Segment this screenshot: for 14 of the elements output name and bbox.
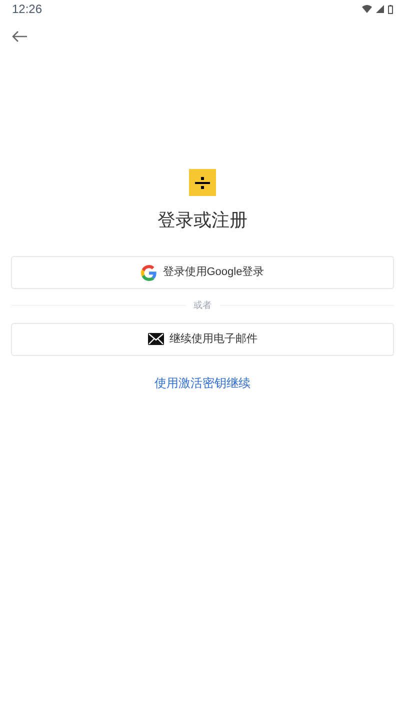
page-title: 登录或注册 [158, 209, 248, 232]
wifi-icon [362, 5, 372, 13]
activation-key-link[interactable]: 使用激活密钥继续 [154, 374, 250, 392]
google-sign-in-button[interactable]: 登录使用Google登录 [11, 256, 394, 289]
logo-icon [189, 169, 216, 196]
signal-icon [376, 5, 384, 13]
divider-label: 或者 [194, 299, 212, 312]
back-arrow-icon [12, 30, 27, 42]
google-icon [140, 264, 157, 280]
email-button[interactable]: 继续使用电子邮件 [11, 322, 394, 356]
back-button[interactable] [12, 30, 27, 42]
status-time: 12:26 [12, 1, 42, 18]
battery-icon [388, 4, 393, 14]
envelope-icon [148, 333, 164, 345]
